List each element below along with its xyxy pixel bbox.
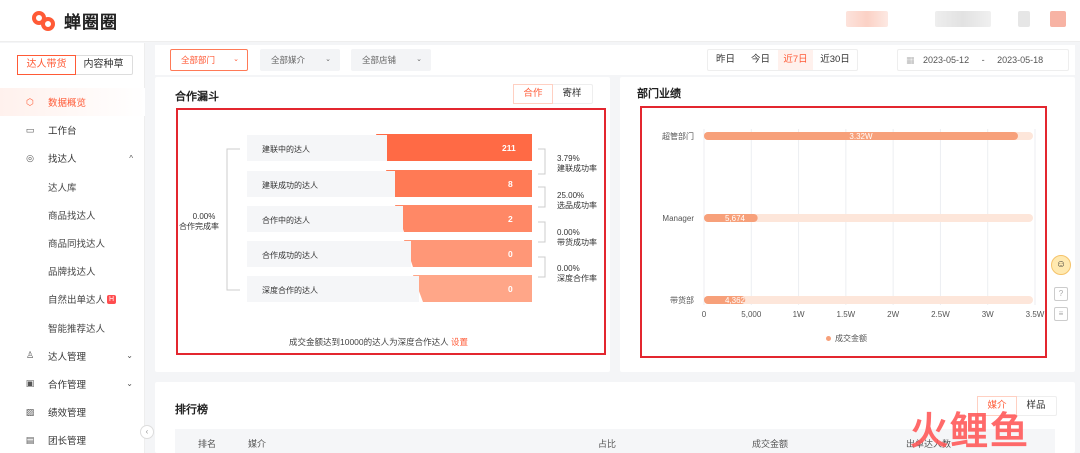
- chart-icon: ▨: [25, 406, 35, 417]
- ranking-title: 排行榜: [175, 404, 208, 416]
- sidebar-item-label: 团长管理: [48, 436, 87, 448]
- sidebar-item-label: 工作台: [48, 126, 77, 138]
- range-today[interactable]: 今日: [743, 50, 778, 70]
- date-start: 2023-05-12: [923, 55, 970, 65]
- document-icon[interactable]: ≡: [1054, 307, 1068, 321]
- feedback-icon[interactable]: ?: [1054, 287, 1068, 301]
- sidebar-item-label: 绩效管理: [48, 408, 87, 420]
- floating-tools: ☺ ? ≡: [1051, 255, 1073, 321]
- column-rank: 排名: [198, 439, 217, 449]
- highlight-box-funnel: [176, 108, 606, 355]
- sidebar-item-label: 找达人: [48, 154, 77, 166]
- sidebar-item-performance[interactable]: ▨ 绩效管理: [0, 398, 145, 426]
- department-select[interactable]: 全部部门 ⌄: [170, 49, 248, 71]
- sidebar-item-label: 商品同找达人: [48, 239, 106, 251]
- blurred-info: [846, 11, 888, 27]
- sidebar-item-workbench[interactable]: ▭ 工作台: [0, 116, 145, 144]
- sidebar-collapse-button[interactable]: ‹: [140, 425, 154, 439]
- column-gmv: 成交金额: [752, 439, 789, 449]
- chevron-down-icon: ⌄: [233, 56, 239, 63]
- sidebar-item-label: 数据概览: [48, 98, 87, 110]
- clipboard-icon: ▣: [25, 378, 35, 389]
- media-select[interactable]: 全部媒介 ⌄: [260, 49, 340, 71]
- tab-content-seeding[interactable]: 内容种草: [75, 56, 132, 74]
- logo-text: 蝉圈圈: [64, 13, 118, 32]
- highlight-box-department: [640, 106, 1047, 358]
- chevron-down-icon: ⌄: [126, 351, 133, 361]
- sidebar-item-label: 品牌找达人: [48, 267, 96, 279]
- sidebar-item-natural-orders[interactable]: 自然出单达人 H: [0, 285, 145, 313]
- shield-icon: ⬡: [26, 96, 34, 107]
- sidebar-item-label: 智能推荐达人: [48, 323, 106, 335]
- sidebar-item-product-find[interactable]: 商品找达人: [0, 201, 145, 229]
- sidebar-item-smart-recommend[interactable]: 智能推荐达人: [0, 314, 145, 342]
- watermark-logo: 火鲤鱼: [910, 411, 1031, 453]
- logo-icon: [32, 9, 60, 33]
- sidebar-item-label: 达人库: [48, 182, 77, 194]
- sidebar-item-cooperation[interactable]: ▣ 合作管理 ⌄: [0, 370, 145, 398]
- calendar-icon: ▦: [906, 55, 915, 65]
- sidebar-item-label: 商品找达人: [48, 210, 96, 222]
- sidebar-item-find-influencer[interactable]: ◎ 找达人 ^: [0, 144, 145, 172]
- department-value: 全部部门: [181, 55, 216, 65]
- chevron-down-icon: ⌄: [126, 379, 133, 389]
- range-last-30-days[interactable]: 近30日: [813, 50, 857, 70]
- user-manage-icon: ♙: [25, 350, 35, 361]
- team-icon: ▤: [25, 434, 35, 445]
- sidebar-item-team-leader[interactable]: ▤ 团长管理: [0, 426, 145, 453]
- chevron-down-icon: ⌄: [416, 56, 422, 63]
- date-separator: -: [981, 55, 985, 65]
- monitor-icon: ▭: [25, 124, 35, 135]
- range-last-7-days[interactable]: 近7日: [778, 50, 813, 70]
- chevron-up-icon: ^: [129, 153, 133, 163]
- column-share: 占比: [598, 439, 617, 449]
- chevron-down-icon: ⌄: [325, 56, 331, 63]
- sidebar-item-label: 达人管理: [48, 351, 87, 363]
- sidebar-nav: ⬡ 数据概览 ▭ 工作台 ◎ 找达人 ^ 达人库 商品找达人 商品同找达人 品牌…: [0, 88, 145, 453]
- store-select[interactable]: 全部店铺 ⌄: [351, 49, 431, 71]
- sidebar-item-influencer-manage[interactable]: ♙ 达人管理 ⌄: [0, 342, 145, 370]
- date-end: 2023-05-18: [997, 55, 1044, 65]
- filter-bar: 全部部门 ⌄ 全部媒介 ⌄ 全部店铺 ⌄ 昨日 今日 近7日 近30日 ▦ 2023-…: [155, 45, 1075, 75]
- assistant-icon[interactable]: ☺: [1051, 255, 1071, 275]
- sidebar-item-similar-product-find[interactable]: 商品同找达人: [0, 229, 145, 257]
- sidebar-item-label: 合作管理: [48, 379, 87, 391]
- sidebar-mode-tabs: 达人带货 内容种草: [17, 55, 133, 75]
- user-search-icon: ◎: [26, 152, 34, 163]
- app-logo[interactable]: 蝉圈圈: [32, 8, 118, 33]
- blurred-user: [935, 11, 991, 27]
- sidebar: 达人带货 内容种草 ⬡ 数据概览 ▭ 工作台 ◎ 找达人 ^ 达人库 商品找达人…: [0, 43, 145, 453]
- media-value: 全部媒介: [271, 55, 306, 65]
- tab-live-selling[interactable]: 达人带货: [17, 55, 76, 75]
- store-value: 全部店铺: [362, 55, 397, 65]
- column-media: 媒介: [248, 439, 267, 449]
- range-yesterday[interactable]: 昨日: [708, 50, 743, 70]
- sidebar-item-brand-find[interactable]: 品牌找达人: [0, 257, 145, 285]
- hot-badge: H: [107, 294, 117, 304]
- date-range-picker[interactable]: ▦ 2023-05-12 - 2023-05-18: [897, 49, 1069, 71]
- top-header: 蝉圈圈: [0, 0, 1080, 42]
- sidebar-item-overview[interactable]: ⬡ 数据概览: [0, 88, 145, 117]
- blurred-avatar: [1018, 11, 1030, 27]
- sidebar-item-label: 自然出单达人: [48, 295, 106, 307]
- sidebar-item-influencer-library[interactable]: 达人库: [0, 173, 145, 201]
- date-range-tabs: 昨日 今日 近7日 近30日: [707, 49, 858, 71]
- blurred-badge: [1050, 11, 1066, 27]
